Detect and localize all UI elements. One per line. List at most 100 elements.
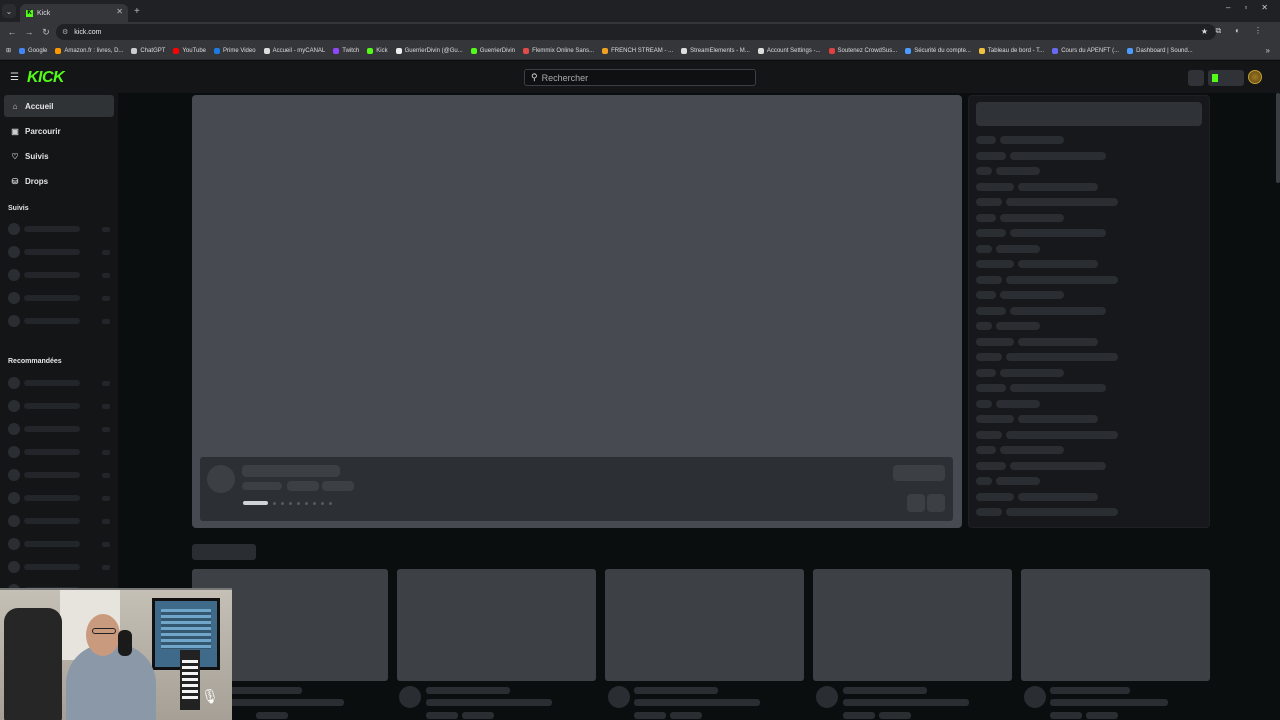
tab-search-button[interactable]: ⌄	[2, 4, 16, 18]
sidebar-item-parcourir[interactable]: ▣ Parcourir	[4, 120, 114, 142]
carousel-dot[interactable]	[289, 502, 292, 505]
carousel-dot[interactable]	[297, 502, 300, 505]
channel-skeleton	[8, 292, 110, 304]
bookmark-item[interactable]: Account Settings -...	[757, 47, 821, 54]
carousel-dot[interactable]	[313, 502, 316, 505]
bookmark-item[interactable]: Cours du APENFT (...	[1052, 47, 1119, 54]
carousel-indicator-active[interactable]	[243, 501, 268, 505]
chat-user-skeleton	[976, 213, 996, 222]
close-tab-icon[interactable]: ✕	[116, 7, 123, 16]
site-info-icon[interactable]: ⚙	[62, 28, 68, 36]
bookmark-label: Sécurité du compte...	[914, 47, 971, 54]
browser-toolbar: ← → ↻ ⚙ kick.com ★ ⧉ ◐ ⋮	[0, 22, 1280, 42]
bookmark-item[interactable]: Google	[19, 47, 48, 54]
stream-card-skeleton[interactable]	[1021, 569, 1210, 681]
home-icon: ⌂	[12, 101, 18, 111]
card-avatar-skeleton	[816, 686, 838, 708]
carousel-next-skeleton[interactable]	[927, 494, 945, 512]
bookmark-item[interactable]: ChatGPT	[131, 47, 165, 54]
bookmark-item[interactable]: Prime Video	[214, 47, 256, 54]
sidebar-item-accueil[interactable]: ⌂ Accueil	[4, 95, 114, 117]
close-window-icon[interactable]: ✕	[1261, 3, 1268, 12]
section-title-skeleton	[192, 544, 256, 560]
chat-user-skeleton	[976, 198, 1002, 206]
bookmark-item[interactable]: StreamElements - M...	[681, 47, 750, 54]
sidebar-item-suivis[interactable]: ♡ Suivis	[4, 145, 114, 167]
kick-logo[interactable]: KICK	[27, 69, 65, 87]
reload-icon[interactable]: ↻	[41, 27, 51, 38]
bookmark-favicon-icon	[214, 47, 220, 54]
bookmark-item[interactable]: YouTube	[173, 47, 206, 54]
bookmark-item[interactable]: Tableau de bord - T...	[978, 47, 1044, 54]
chat-user-skeleton	[976, 229, 1006, 237]
bookmark-item[interactable]: Accueil - myCANAL	[263, 47, 325, 54]
back-icon[interactable]: ←	[7, 27, 17, 37]
browser-tab-kick[interactable]: K Kick ✕	[20, 4, 128, 22]
kick-points-button[interactable]	[1208, 70, 1244, 86]
chat-message-skeleton	[1010, 229, 1106, 237]
bookmark-favicon-icon	[470, 47, 477, 54]
channel-skeleton	[8, 469, 110, 481]
profile-icon[interactable]: ◐	[1235, 26, 1240, 36]
search-placeholder: Rechercher	[541, 72, 589, 83]
bookmark-item[interactable]: GuerrierDivin (@Gu...	[395, 47, 463, 54]
sidebar-item-drops[interactable]: ⛁ Drops	[4, 170, 114, 192]
address-bar[interactable]: ⚙ kick.com ★	[56, 24, 1216, 40]
chat-user-skeleton	[976, 244, 992, 253]
featured-tag-skeleton	[242, 482, 282, 490]
minimize-icon[interactable]: –	[1226, 3, 1230, 12]
stream-card-skeleton[interactable]	[605, 569, 804, 681]
page-scrollbar[interactable]	[1276, 93, 1280, 183]
extensions-icon[interactable]: ⧉	[1215, 26, 1221, 36]
bookmark-item[interactable]: Flemmix Online Sans...	[523, 47, 594, 54]
carousel-dot[interactable]	[321, 502, 324, 505]
bookmark-item[interactable]: Amazon.fr : livres, D...	[55, 47, 123, 54]
bookmark-item[interactable]: Dashboard | Sound...	[1127, 47, 1193, 54]
chat-message-skeleton	[1018, 260, 1098, 268]
card-tag-skeleton	[1050, 712, 1082, 719]
card-avatar-skeleton	[608, 686, 630, 708]
bookmarks-bar: ⊞ Google Amazon.fr : livres, D... ChatGPT Y…	[0, 42, 1280, 60]
search-input[interactable]: ⚲ Rechercher	[524, 69, 756, 86]
card-tag-skeleton	[634, 712, 666, 719]
carousel-dot[interactable]	[273, 502, 276, 505]
bookmark-item[interactable]: Sécurité du compte...	[905, 47, 971, 54]
bookmark-label: Google	[28, 47, 48, 54]
browser-menu-icon[interactable]: ⋮	[1254, 26, 1262, 36]
carousel-dot[interactable]	[281, 502, 284, 505]
bookmark-favicon-icon	[757, 47, 764, 54]
bookmark-favicon-icon	[1052, 47, 1059, 54]
chat-message-skeleton	[1010, 151, 1106, 160]
bookmark-favicon-icon	[395, 47, 402, 54]
more-bookmarks-icon[interactable]: »	[1266, 46, 1270, 55]
chat-message-skeleton	[1018, 337, 1098, 346]
chat-message-skeleton	[1010, 306, 1106, 315]
bookmark-item[interactable]: Kick	[367, 47, 388, 54]
bookmark-item[interactable]: GuerrierDivin	[470, 47, 515, 54]
bookmark-item[interactable]: Soutenez CrowdSus...	[828, 47, 897, 54]
bookmark-item[interactable]: Twitch	[333, 47, 359, 54]
carousel-dot[interactable]	[305, 502, 308, 505]
bookmark-item[interactable]: FRENCH STREAM - ...	[602, 47, 673, 54]
stream-card-skeleton[interactable]	[813, 569, 1012, 681]
avatar[interactable]	[1248, 70, 1262, 84]
bookmark-favicon-icon	[602, 47, 609, 54]
card-line-skeleton	[228, 699, 344, 706]
forward-icon[interactable]: →	[24, 27, 34, 37]
maximize-icon[interactable]: ▫	[1244, 3, 1247, 12]
carousel-dot[interactable]	[329, 502, 332, 505]
carousel-prev-skeleton[interactable]	[907, 494, 925, 512]
bookmark-star-icon[interactable]: ★	[1201, 27, 1208, 36]
new-tab-button[interactable]: +	[134, 6, 140, 17]
featured-avatar-skeleton	[207, 465, 235, 493]
bookmark-label: Dashboard | Sound...	[1136, 47, 1193, 54]
apps-icon[interactable]: ⊞	[6, 47, 11, 54]
notifications-button[interactable]	[1188, 70, 1204, 86]
section-recommended-title: Recommandées	[8, 358, 62, 365]
chat-user-skeleton	[976, 399, 992, 408]
chat-user-skeleton	[976, 260, 1014, 268]
menu-icon[interactable]: ☰	[10, 72, 19, 83]
chat-header-skeleton	[976, 102, 1202, 126]
chat-message-skeleton	[1010, 384, 1106, 392]
stream-card-skeleton[interactable]	[397, 569, 596, 681]
